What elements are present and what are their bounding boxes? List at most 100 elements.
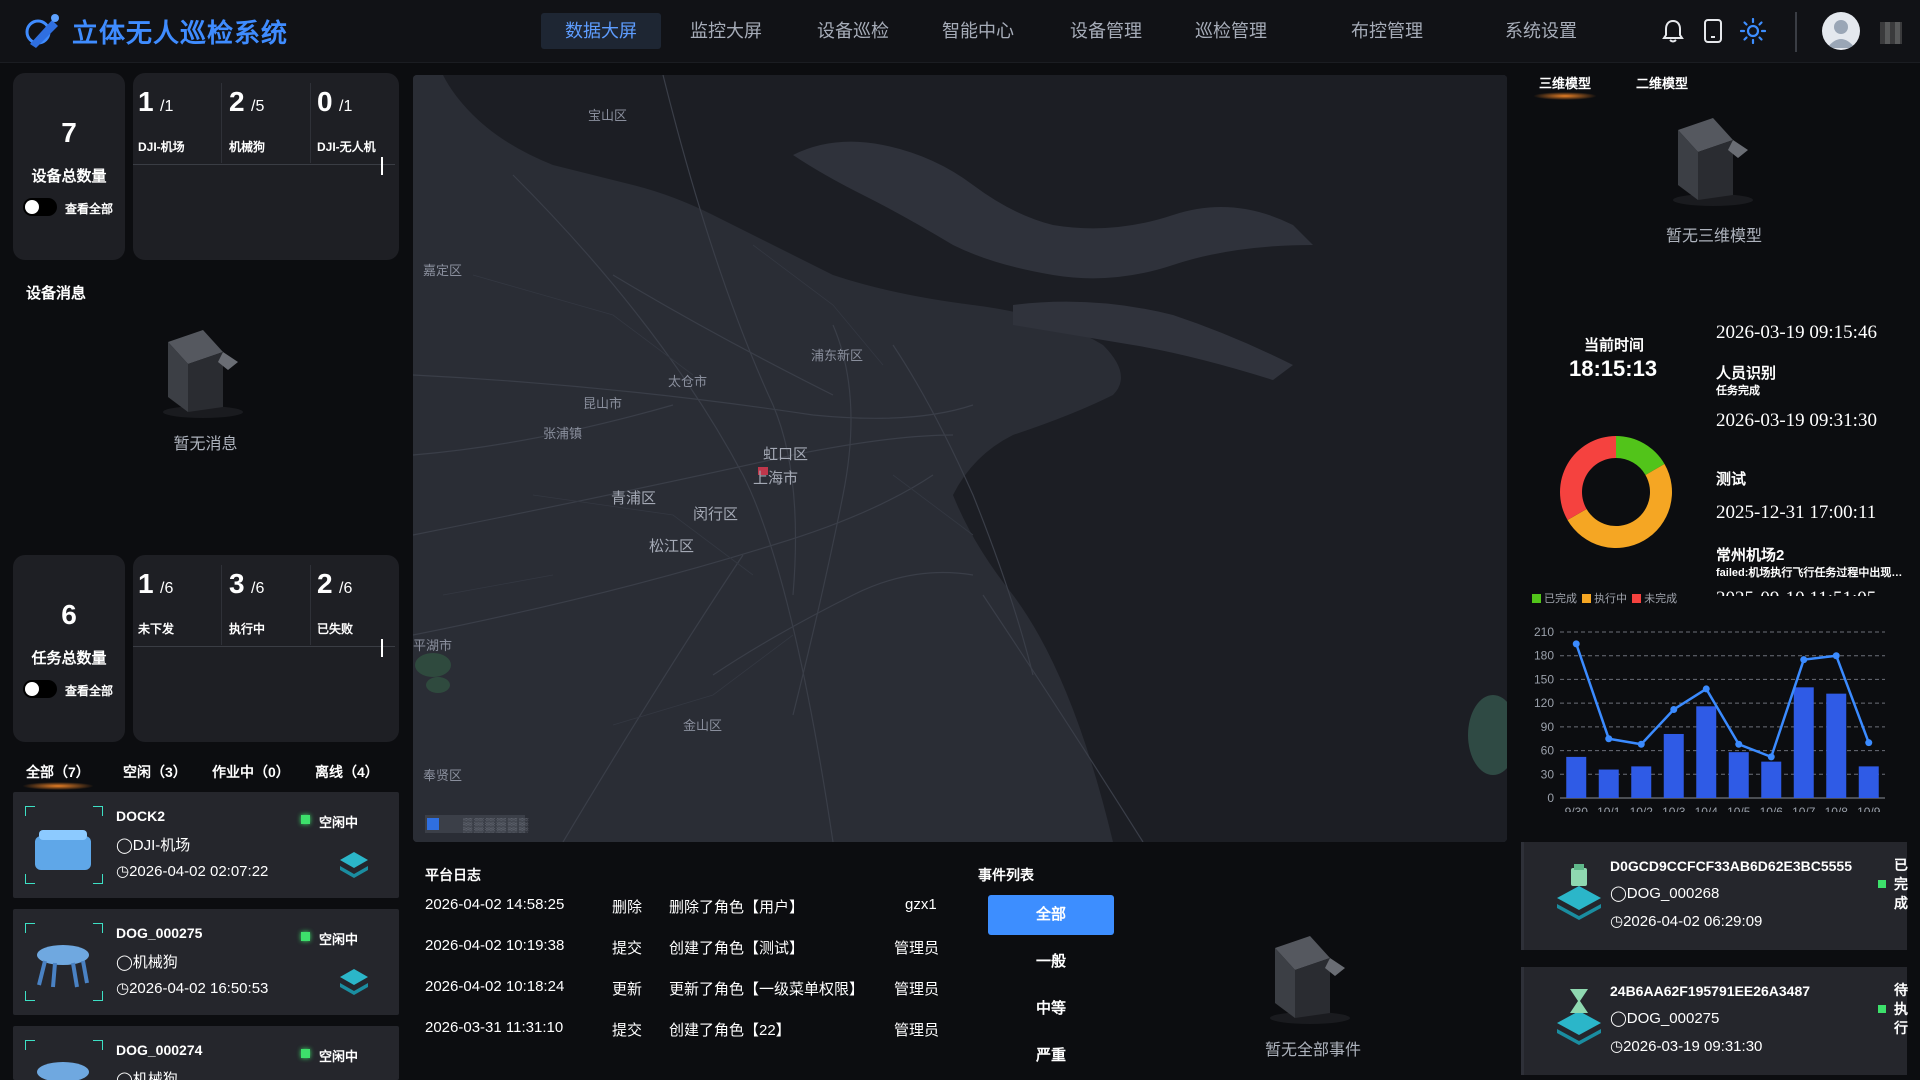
device-type: ◯机械狗 (116, 1071, 178, 1080)
nav-ai-center[interactable]: 智能中心 (918, 13, 1038, 49)
empty-box-icon (163, 330, 243, 418)
map-label: 张浦镇 (543, 426, 583, 441)
app-title: 立体无人巡检系统 (72, 17, 289, 48)
device-name: DOG_000275 (116, 925, 203, 941)
event-filter-medium[interactable]: 中等 (988, 989, 1114, 1029)
nav-monitor-screen[interactable]: 监控大屏 (666, 13, 786, 49)
y-tick-label: 210 (1534, 625, 1554, 639)
nav-patrol-manage[interactable]: 巡检管理 (1171, 13, 1291, 49)
timeline-time: 2026-03-19 09:31:30 (1716, 410, 1877, 431)
event-filter-normal[interactable]: 一般 (988, 942, 1114, 982)
current-time-label: 当前时间 (1584, 337, 1645, 354)
device-status: 空闲中 (300, 929, 358, 948)
tab-2d-model[interactable]: 二维模型 (1636, 73, 1688, 92)
bar (1696, 706, 1717, 798)
task-time: ◷2026-03-19 09:31:30 (1610, 1038, 1763, 1055)
line-point (1702, 685, 1710, 693)
task-device: ◯DOG_000275 (1610, 1010, 1720, 1027)
nav-system-settings[interactable]: 系统设置 (1481, 13, 1601, 49)
bar (1793, 687, 1814, 798)
nav-deploy-manage[interactable]: 布控管理 (1327, 13, 1447, 49)
sun-icon[interactable] (1740, 18, 1766, 44)
tablet-icon[interactable] (1700, 18, 1726, 44)
line-point (1832, 652, 1840, 660)
task-total-label: 任务总数量 (31, 650, 107, 667)
task-trend-chart: 0 30 60 90 120 150 180 210 9/30 10/1 10/2 10/3 10/4 1… (1534, 625, 1885, 812)
line-point (1637, 740, 1645, 748)
y-tick-label: 90 (1541, 720, 1555, 734)
device-type: ◯机械狗 (116, 954, 178, 971)
map-canvas[interactable] (413, 75, 1507, 842)
task-id: 24B6AA62F195791EE26A3487 (1610, 983, 1811, 999)
x-tick-label: 10/2 (1630, 805, 1654, 812)
map-label: 昆山市 (583, 396, 623, 411)
stat-robot-dog[interactable]: 2 /5 机械狗 (229, 86, 319, 176)
event-filter-all[interactable]: 全部 (988, 895, 1114, 935)
scroll-indicator[interactable] (381, 639, 383, 657)
x-tick-label: 10/6 (1760, 805, 1784, 812)
no-3d-model-text: 暂无三维模型 (1665, 228, 1762, 245)
app-logo[interactable]: 立体无人巡检系统 (22, 10, 288, 52)
device-total-card: 7 设备总数量 查看全部 (13, 73, 125, 260)
map-label: 虹口区 (763, 446, 809, 463)
tab-offline[interactable]: 离线（4） (315, 762, 379, 782)
device-total-number: 7 (61, 117, 77, 148)
map-label: 浦东新区 (811, 348, 864, 363)
map-label: 嘉定区 (423, 263, 463, 278)
scroll-indicator[interactable] (381, 157, 383, 175)
bar (1761, 761, 1782, 798)
task-view-all-toggle[interactable] (23, 680, 57, 698)
event-filter-severe[interactable]: 严重 (988, 1036, 1114, 1076)
device-card-dock2[interactable]: DOCK2 ◯DJI-机场 ◷2026-04-02 02:07:22 空闲中 (13, 792, 399, 898)
tab-idle[interactable]: 空闲（3） (123, 762, 187, 782)
legend-swatch (1632, 594, 1642, 603)
task-hourglass-icon (1557, 989, 1601, 1045)
tab-working[interactable]: 作业中（0） (212, 762, 290, 782)
map-label: 太仓市 (668, 374, 708, 389)
device-card-dog-000275[interactable]: DOG_000275 ◯机械狗 ◷2026-04-02 16:50:53 空闲中 (13, 909, 399, 1015)
nav-device-patrol[interactable]: 设备巡检 (793, 13, 913, 49)
bar (1566, 756, 1587, 798)
stat-executing[interactable]: 3 /6 执行中 (229, 568, 319, 658)
map-view[interactable]: 宝山区 嘉定区 虹口区 上海市 青浦区 闵行区 松江区 昆山市 太仓市 张浦镇 … (413, 75, 1507, 842)
task-time: ◷2026-04-02 06:29:09 (1610, 913, 1763, 930)
task-card[interactable]: D0GCD9CCFCF33AB6D62E3BC5555 ◯DOG_000268 … (1521, 842, 1908, 950)
user-avatar[interactable] (1822, 12, 1860, 50)
user-menu-icon[interactable] (1880, 22, 1902, 44)
bar (1858, 766, 1879, 798)
map-label: 宝山区 (588, 108, 628, 123)
layer-stack-icon (340, 969, 368, 995)
stat-dji-dock[interactable]: 1 /1 DJI-机场 (138, 86, 228, 176)
bell-icon[interactable] (1660, 18, 1686, 44)
map-label: 青浦区 (611, 490, 657, 507)
task-state: 已完成 (1878, 857, 1908, 911)
nav-data-screen[interactable]: 数据大屏 (541, 13, 661, 49)
no-messages-text: 暂无消息 (173, 436, 238, 453)
tab-all[interactable]: 全部（7） (22, 762, 94, 790)
tab-3d-model[interactable]: 三维模型 (1532, 73, 1598, 100)
device-card-dog-000274[interactable]: DOG_000274 ◯机械狗 空闲中 (13, 1026, 399, 1080)
device-type: ◯DJI-机场 (116, 837, 191, 854)
stat-not-issued[interactable]: 1 /6 未下发 (138, 568, 228, 658)
donut-slice (1560, 436, 1616, 520)
line-point (1572, 640, 1580, 648)
line-point (1735, 740, 1743, 748)
event-timeline[interactable]: 2026-03-19 09:15:46 人员识别 任务完成 2026-03-19… (1712, 318, 1912, 596)
x-tick-label: 10/3 (1662, 805, 1686, 812)
map-label: 奉贤区 (423, 768, 463, 783)
bar (1728, 752, 1749, 798)
empty-box-icon (1673, 118, 1753, 206)
x-tick-label: 10/8 (1825, 805, 1849, 812)
nav-device-manage[interactable]: 设备管理 (1046, 13, 1166, 49)
stat-dji-drone[interactable]: 0 /1 DJI-无人机 (317, 86, 407, 176)
y-tick-label: 150 (1534, 672, 1554, 686)
y-tick-label: 0 (1547, 791, 1554, 805)
task-total-number: 6 (61, 599, 77, 630)
map-label: 金山区 (683, 718, 723, 733)
device-messages-title: 设备消息 (26, 285, 87, 302)
task-card[interactable]: 24B6AA62F195791EE26A3487 ◯DOG_000275 ◷20… (1521, 967, 1908, 1075)
stat-failed[interactable]: 2 /6 已失败 (317, 568, 407, 658)
device-view-all-toggle[interactable] (23, 198, 57, 216)
line-point (1800, 656, 1808, 664)
device-name: DOG_000274 (116, 1042, 203, 1058)
